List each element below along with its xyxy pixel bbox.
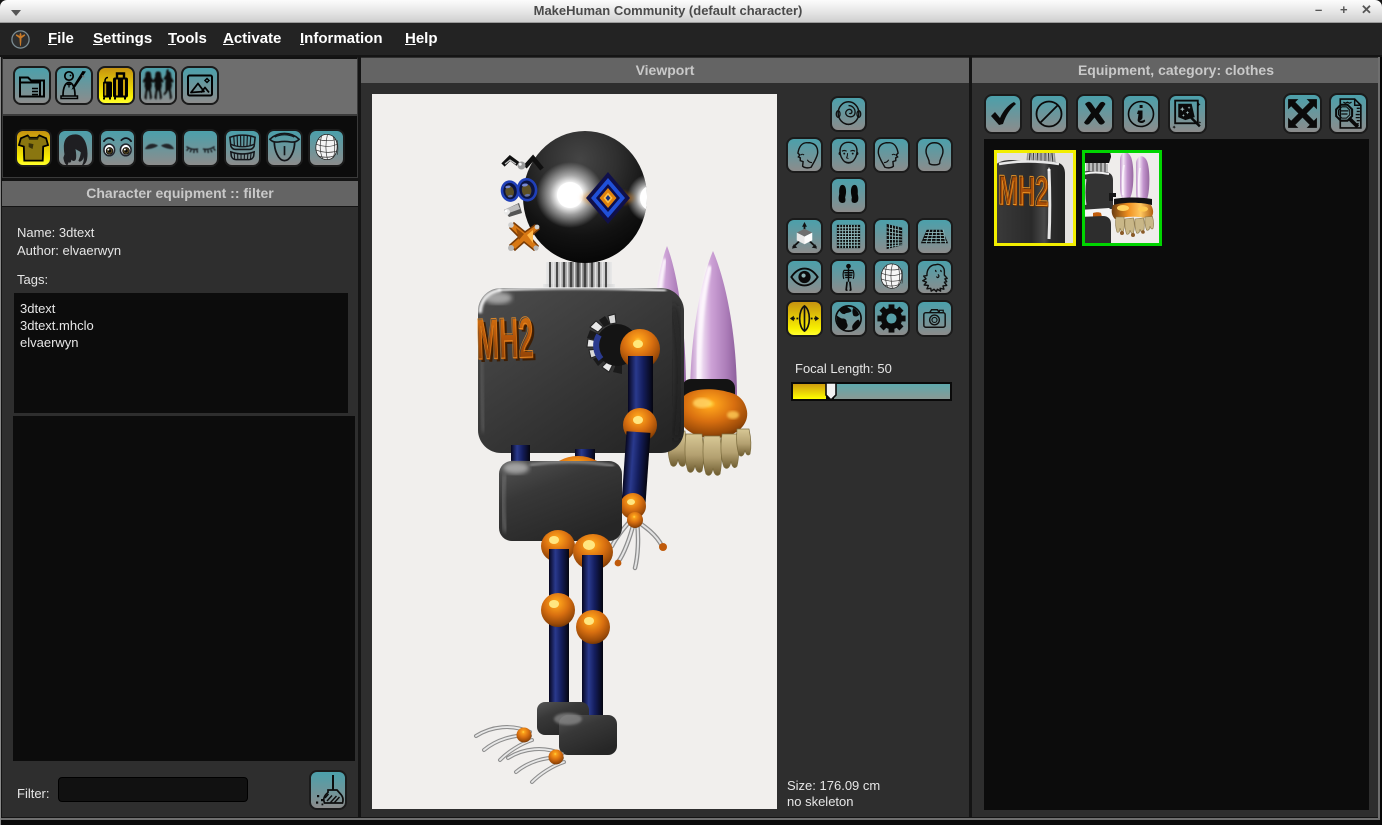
svg-text:MH2: MH2 — [475, 305, 534, 372]
svg-text:MH2: MH2 — [998, 166, 1048, 215]
